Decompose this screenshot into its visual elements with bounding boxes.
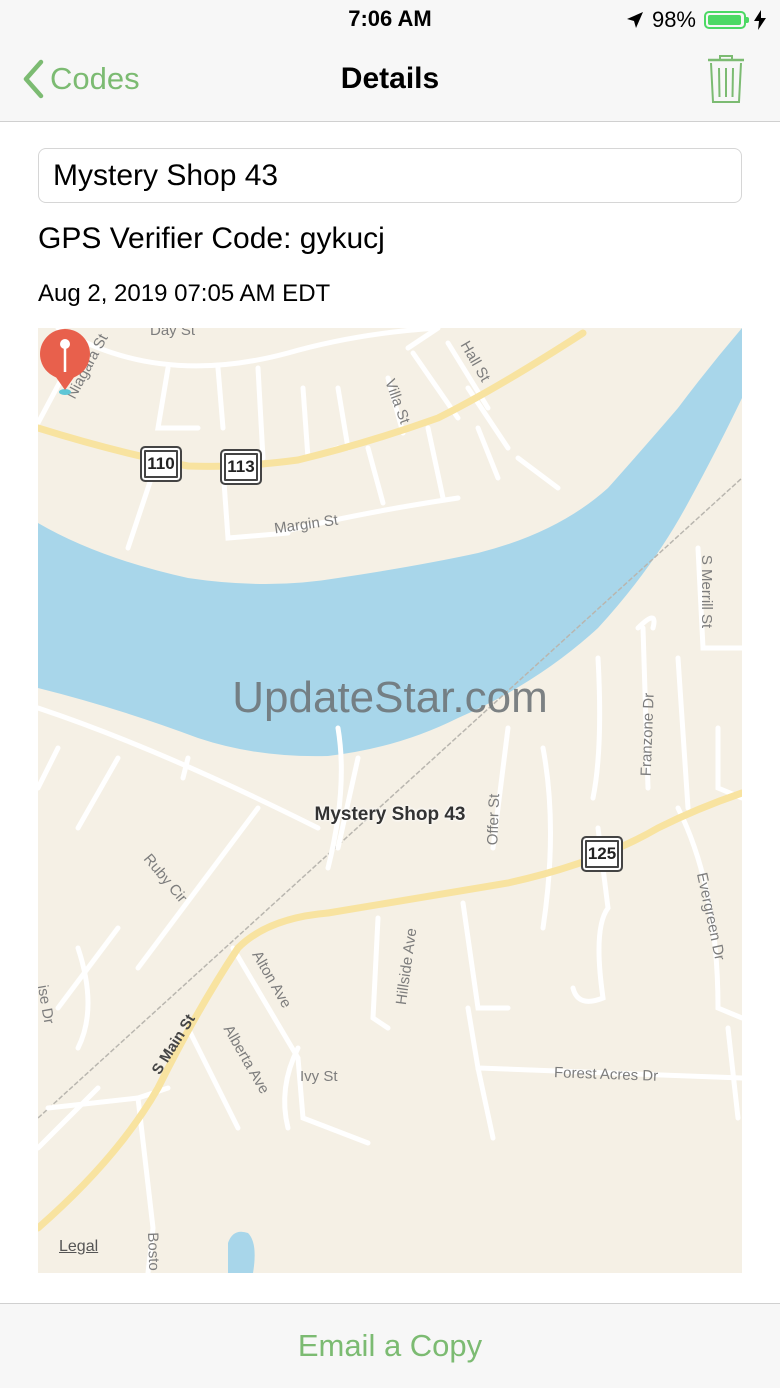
watermark: UpdateStar.com bbox=[232, 673, 548, 722]
charging-bolt-icon bbox=[754, 10, 766, 30]
street-label: Forest Acres Dr bbox=[553, 1064, 659, 1085]
route-shield: 110 bbox=[140, 446, 182, 482]
street-label: Day St bbox=[150, 328, 196, 339]
bottom-toolbar: Email a Copy bbox=[0, 1303, 780, 1388]
location-arrow-icon bbox=[626, 12, 643, 28]
gps-verifier-code: GPS Verifier Code: gykucj bbox=[38, 222, 385, 255]
timestamp: Aug 2, 2019 07:05 AM EDT bbox=[38, 280, 331, 307]
email-copy-button[interactable]: Email a Copy bbox=[0, 1328, 780, 1364]
map-view[interactable]: Day St Niagara St Hall St Villa St Margi… bbox=[38, 328, 742, 1273]
street-label: Bosto bbox=[144, 1232, 163, 1271]
status-indicators: 98% bbox=[626, 6, 766, 34]
battery-cap bbox=[746, 17, 749, 23]
street-label: Ivy St bbox=[300, 1068, 338, 1085]
battery-fill bbox=[708, 15, 742, 25]
shop-name-input[interactable] bbox=[38, 148, 742, 203]
street-label: S Merrill St bbox=[698, 554, 716, 629]
status-bar: 7:06 AM 98% bbox=[0, 0, 780, 40]
pin-label: Mystery Shop 43 bbox=[314, 804, 466, 825]
navigation-bar: Codes Details bbox=[0, 40, 780, 122]
route-shield: 125 bbox=[581, 836, 623, 872]
pond bbox=[228, 1231, 255, 1273]
battery-icon bbox=[704, 11, 749, 29]
location-pin-icon[interactable] bbox=[38, 328, 92, 396]
battery-percent: 98% bbox=[651, 7, 696, 32]
route-shield: 113 bbox=[220, 449, 262, 485]
legal-link[interactable]: Legal bbox=[59, 1238, 98, 1256]
page-title: Details bbox=[340, 62, 440, 95]
trash-icon[interactable] bbox=[706, 54, 746, 104]
